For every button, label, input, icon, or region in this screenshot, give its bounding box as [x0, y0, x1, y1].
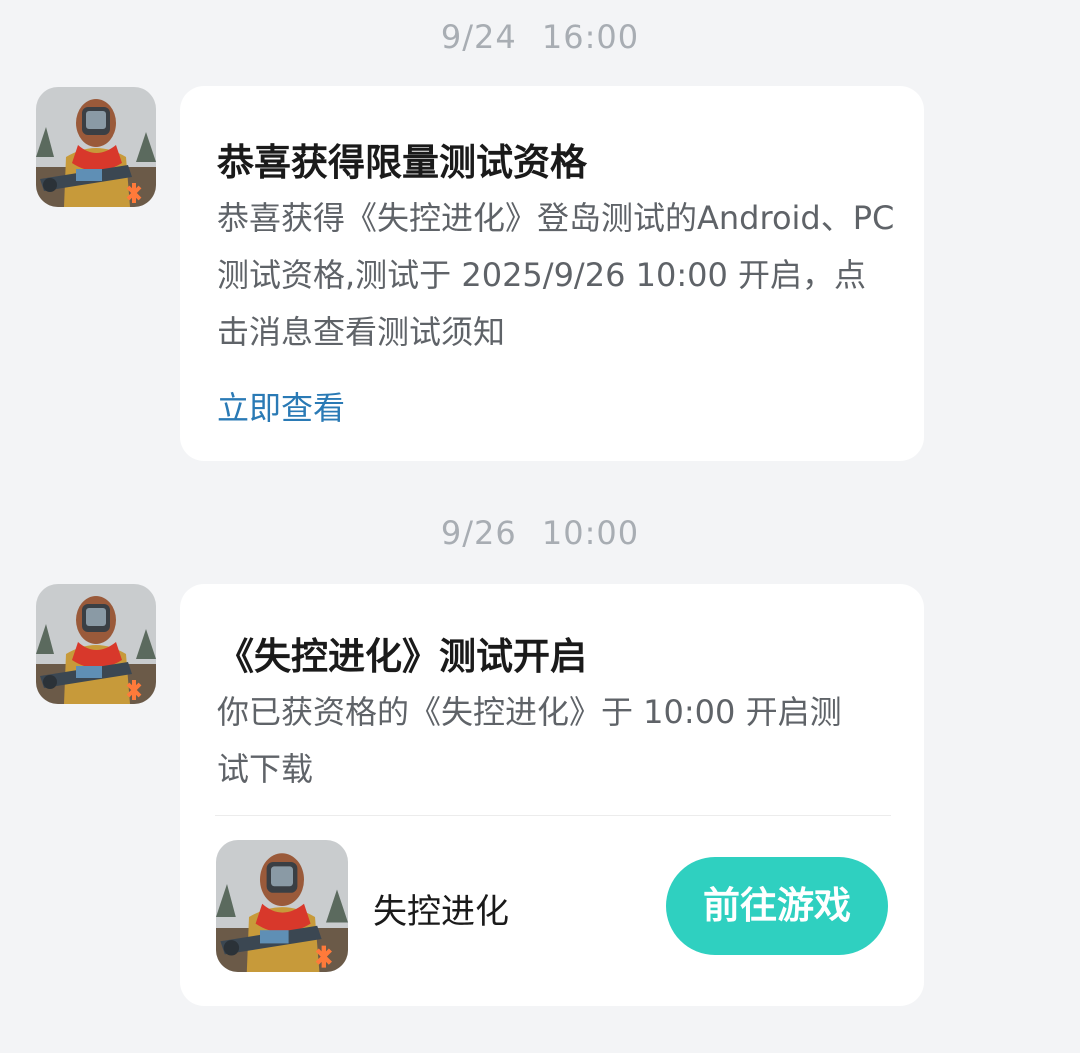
divider — [215, 815, 891, 816]
message-title: 恭喜获得限量测试资格 — [217, 141, 587, 184]
view-now-link[interactable]: 立即查看 — [217, 383, 345, 429]
game-character-icon[interactable] — [36, 87, 156, 207]
message-body: 恭喜获得《失控进化》登岛测试的Android、PC测试资格,测试于 2025/9… — [217, 199, 895, 351]
avatar-image — [36, 87, 156, 207]
game-name: 失控进化 — [373, 892, 509, 932]
game-character-icon[interactable] — [216, 840, 348, 972]
avatar-image — [36, 584, 156, 704]
go-to-game-button[interactable]: 前往游戏 — [666, 857, 888, 955]
message-card[interactable]: 恭喜获得限量测试资格 恭喜获得《失控进化》登岛测试的Android、PC测试资格… — [180, 86, 924, 461]
message-timestamp: 9/26 10:00 — [440, 514, 640, 552]
message-card[interactable]: 《失控进化》测试开启 你已获资格的《失控进化》于 10:00 开启测试下载 失控… — [180, 584, 924, 1006]
game-character-icon[interactable] — [36, 584, 156, 704]
game-icon-image — [216, 840, 348, 972]
message-body: 你已获资格的《失控进化》于 10:00 开启测试下载 — [217, 693, 842, 788]
message-timestamp: 9/24 16:00 — [440, 18, 640, 56]
message-title: 《失控进化》测试开启 — [217, 635, 587, 678]
